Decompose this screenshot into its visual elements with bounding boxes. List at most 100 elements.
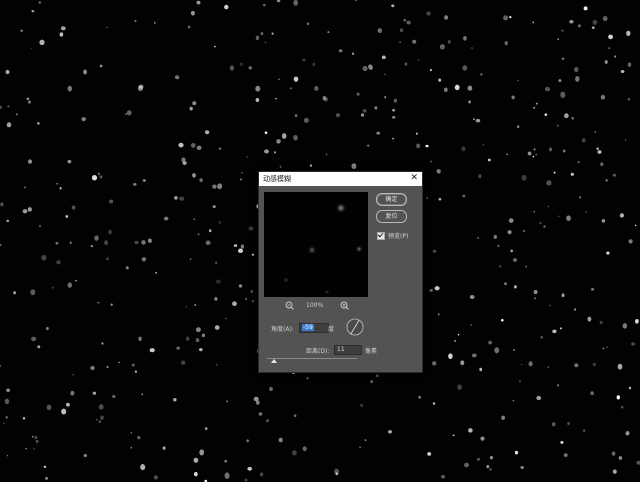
snow-speck: [635, 318, 639, 324]
snow-speck: [5, 69, 10, 75]
snow-speck: [448, 353, 453, 360]
snow-speck: [147, 238, 152, 243]
snow-speck: [125, 266, 129, 270]
snow-speck: [215, 261, 218, 264]
snow-speck: [176, 346, 180, 350]
snow-speck: [560, 327, 562, 330]
snow-speck: [354, 0, 358, 2]
snow-speck: [577, 24, 581, 28]
snow-speck: [561, 293, 565, 298]
snow-speck: [229, 65, 235, 71]
snow-speck: [0, 244, 2, 246]
preview-pane[interactable]: [264, 192, 368, 297]
snow-speck: [539, 221, 542, 225]
snow-speck: [108, 229, 112, 235]
snow-speck: [204, 427, 208, 431]
snow-speck: [557, 215, 560, 218]
snow-speck: [193, 471, 198, 477]
snow-speck: [37, 122, 40, 125]
angle-dial-icon[interactable]: [346, 318, 364, 336]
snow-speck: [185, 305, 188, 308]
snow-speck: [602, 347, 605, 349]
snow-speck: [467, 85, 473, 91]
snow-speck: [125, 113, 127, 115]
snow-speck: [540, 335, 544, 339]
snow-speck: [556, 124, 559, 127]
snow-speck: [187, 25, 191, 29]
distance-slider[interactable]: [267, 358, 357, 364]
distance-input[interactable]: 11: [334, 345, 362, 355]
snow-speck: [155, 271, 157, 274]
snow-speck: [193, 457, 199, 463]
snow-speck: [247, 466, 253, 471]
snow-speck: [248, 226, 254, 231]
zoom-out-icon[interactable]: [285, 301, 295, 311]
snow-speck: [22, 209, 28, 214]
snow-speck: [27, 159, 33, 164]
snow-speck: [507, 230, 512, 235]
reset-button[interactable]: 复位: [376, 210, 407, 223]
snow-speck: [190, 142, 196, 148]
snow-speck: [439, 44, 445, 50]
snow-speck: [625, 431, 630, 436]
snow-speck: [278, 437, 283, 443]
snow-speck: [468, 428, 473, 433]
preview-checkbox[interactable]: [377, 232, 385, 240]
snow-speck: [464, 462, 469, 468]
snow-speck: [392, 108, 396, 112]
snow-speck: [469, 294, 475, 300]
snow-speck: [544, 113, 548, 116]
snow-speck: [591, 26, 595, 29]
snow-speck: [384, 73, 386, 76]
snow-speck: [271, 32, 274, 35]
snow-speck: [366, 144, 370, 147]
snow-speck: [201, 333, 206, 338]
snow-speck: [224, 4, 229, 10]
ok-button[interactable]: 确定: [376, 193, 407, 206]
snow-speck: [27, 207, 32, 212]
snow-speck: [506, 153, 509, 156]
snow-speck: [98, 420, 101, 423]
snow-speck: [134, 20, 137, 22]
close-icon[interactable]: ✕: [410, 173, 418, 184]
angle-value: -59: [302, 324, 314, 331]
snow-speck: [447, 40, 451, 44]
snow-speck: [438, 78, 442, 82]
zoom-in-icon[interactable]: [340, 301, 350, 311]
snow-speck: [325, 153, 328, 156]
snow-speck: [163, 216, 169, 221]
snow-speck: [480, 73, 483, 76]
snow-speck: [239, 62, 244, 66]
snow-speck: [616, 395, 621, 400]
snow-speck: [452, 434, 455, 437]
snow-speck: [606, 251, 610, 255]
snow-speck: [218, 220, 222, 224]
dialog-titlebar[interactable]: 动感模糊 ✕: [259, 172, 422, 186]
snow-speck: [27, 100, 31, 104]
snow-speck: [487, 158, 491, 162]
snow-speck: [60, 26, 66, 31]
snow-speck: [612, 173, 616, 177]
snow-speck: [493, 234, 498, 239]
snow-speck: [581, 138, 586, 143]
snow-speck: [31, 435, 34, 438]
slider-thumb[interactable]: [271, 359, 277, 363]
snow-speck: [264, 131, 268, 135]
snow-speck: [153, 21, 156, 24]
snow-speck: [585, 211, 588, 213]
angle-input[interactable]: -59: [299, 323, 329, 333]
snow-speck: [192, 173, 196, 178]
snow-speck: [306, 377, 309, 380]
snow-speck: [199, 178, 203, 182]
snow-speck: [5, 416, 8, 419]
snow-speck: [454, 84, 460, 91]
snow-speck: [430, 160, 432, 163]
zoom-controls: 100%: [264, 301, 368, 311]
snow-speck: [460, 360, 465, 366]
snow-speck: [6, 219, 10, 223]
snow-speck: [214, 45, 216, 48]
motion-blur-dialog: 动感模糊 ✕ 100% 确定 复位 预览(P) 角度(A): -59 度 距离(…: [258, 171, 423, 373]
snow-speck: [508, 218, 514, 223]
snow-speck: [406, 20, 411, 25]
snow-speck: [59, 187, 62, 190]
